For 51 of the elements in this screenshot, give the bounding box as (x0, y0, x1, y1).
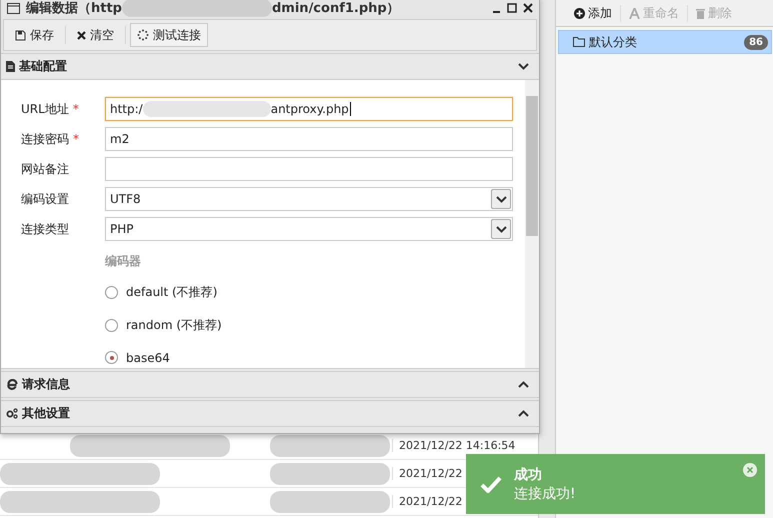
document-icon (6, 61, 15, 72)
chevron-icon[interactable] (518, 410, 529, 417)
select-field[interactable]: UTF8 (105, 187, 513, 211)
field-label: 编码设置 (21, 190, 70, 208)
field-label: 连接密码 * (21, 130, 80, 148)
clear-button[interactable]: 清空 (70, 23, 121, 47)
count-badge: 86 (744, 34, 768, 50)
plus-circle-icon (574, 8, 585, 18)
spinner-icon (137, 29, 149, 41)
close-icon[interactable] (523, 3, 533, 13)
radio-button[interactable] (105, 318, 118, 332)
select-field[interactable]: PHP (105, 217, 513, 241)
checkmark-icon (480, 476, 502, 492)
add-button[interactable]: 添加 (566, 4, 621, 22)
field-label: URL地址 * (21, 100, 80, 118)
close-icon (77, 30, 86, 40)
input-field[interactable]: m2 (105, 127, 513, 151)
window-title: dmin/conf1.php） (272, 0, 400, 17)
maximize-icon[interactable] (507, 3, 517, 13)
save-button[interactable]: 保存 (8, 23, 61, 47)
scrollbar[interactable] (525, 80, 539, 368)
section-title: 其他设置 (22, 405, 71, 422)
section-header[interactable]: 基础配置 (1, 53, 539, 80)
field-label: 网站备注 (21, 160, 70, 178)
section-header[interactable]: 请求信息 (1, 371, 539, 398)
trash-icon (696, 8, 705, 18)
category-label: 默认分类 (589, 34, 638, 50)
category-item[interactable]: 默认分类 86 (558, 30, 772, 54)
field-label: 连接类型 (21, 220, 70, 238)
radio-label: random (不推荐) (126, 316, 222, 334)
chevron-icon[interactable] (518, 63, 529, 70)
radio-button[interactable] (105, 286, 118, 299)
folder-icon (573, 37, 585, 47)
chevron-icon[interactable] (518, 381, 529, 388)
chevron-icon[interactable] (496, 226, 506, 232)
section-header[interactable]: 其他设置 (1, 400, 539, 427)
group-label: 编码器 (105, 253, 142, 270)
chevron-icon[interactable] (496, 196, 506, 202)
letter-icon (629, 8, 640, 18)
gears-icon (6, 408, 18, 419)
section-title: 请求信息 (22, 376, 71, 393)
radio-label: base64 (126, 350, 170, 365)
test-button[interactable]: 测试连接 (130, 23, 208, 47)
radio-button[interactable] (105, 351, 118, 364)
input-field[interactable]: http:/ antproxy.php (105, 97, 513, 121)
window-icon (7, 2, 20, 14)
input-field[interactable] (105, 157, 513, 181)
browser-logo-icon (6, 379, 18, 390)
section-title: 基础配置 (19, 58, 68, 75)
window-title: 编辑数据（http (26, 0, 122, 17)
radio-label: default (不推荐) (126, 284, 218, 301)
